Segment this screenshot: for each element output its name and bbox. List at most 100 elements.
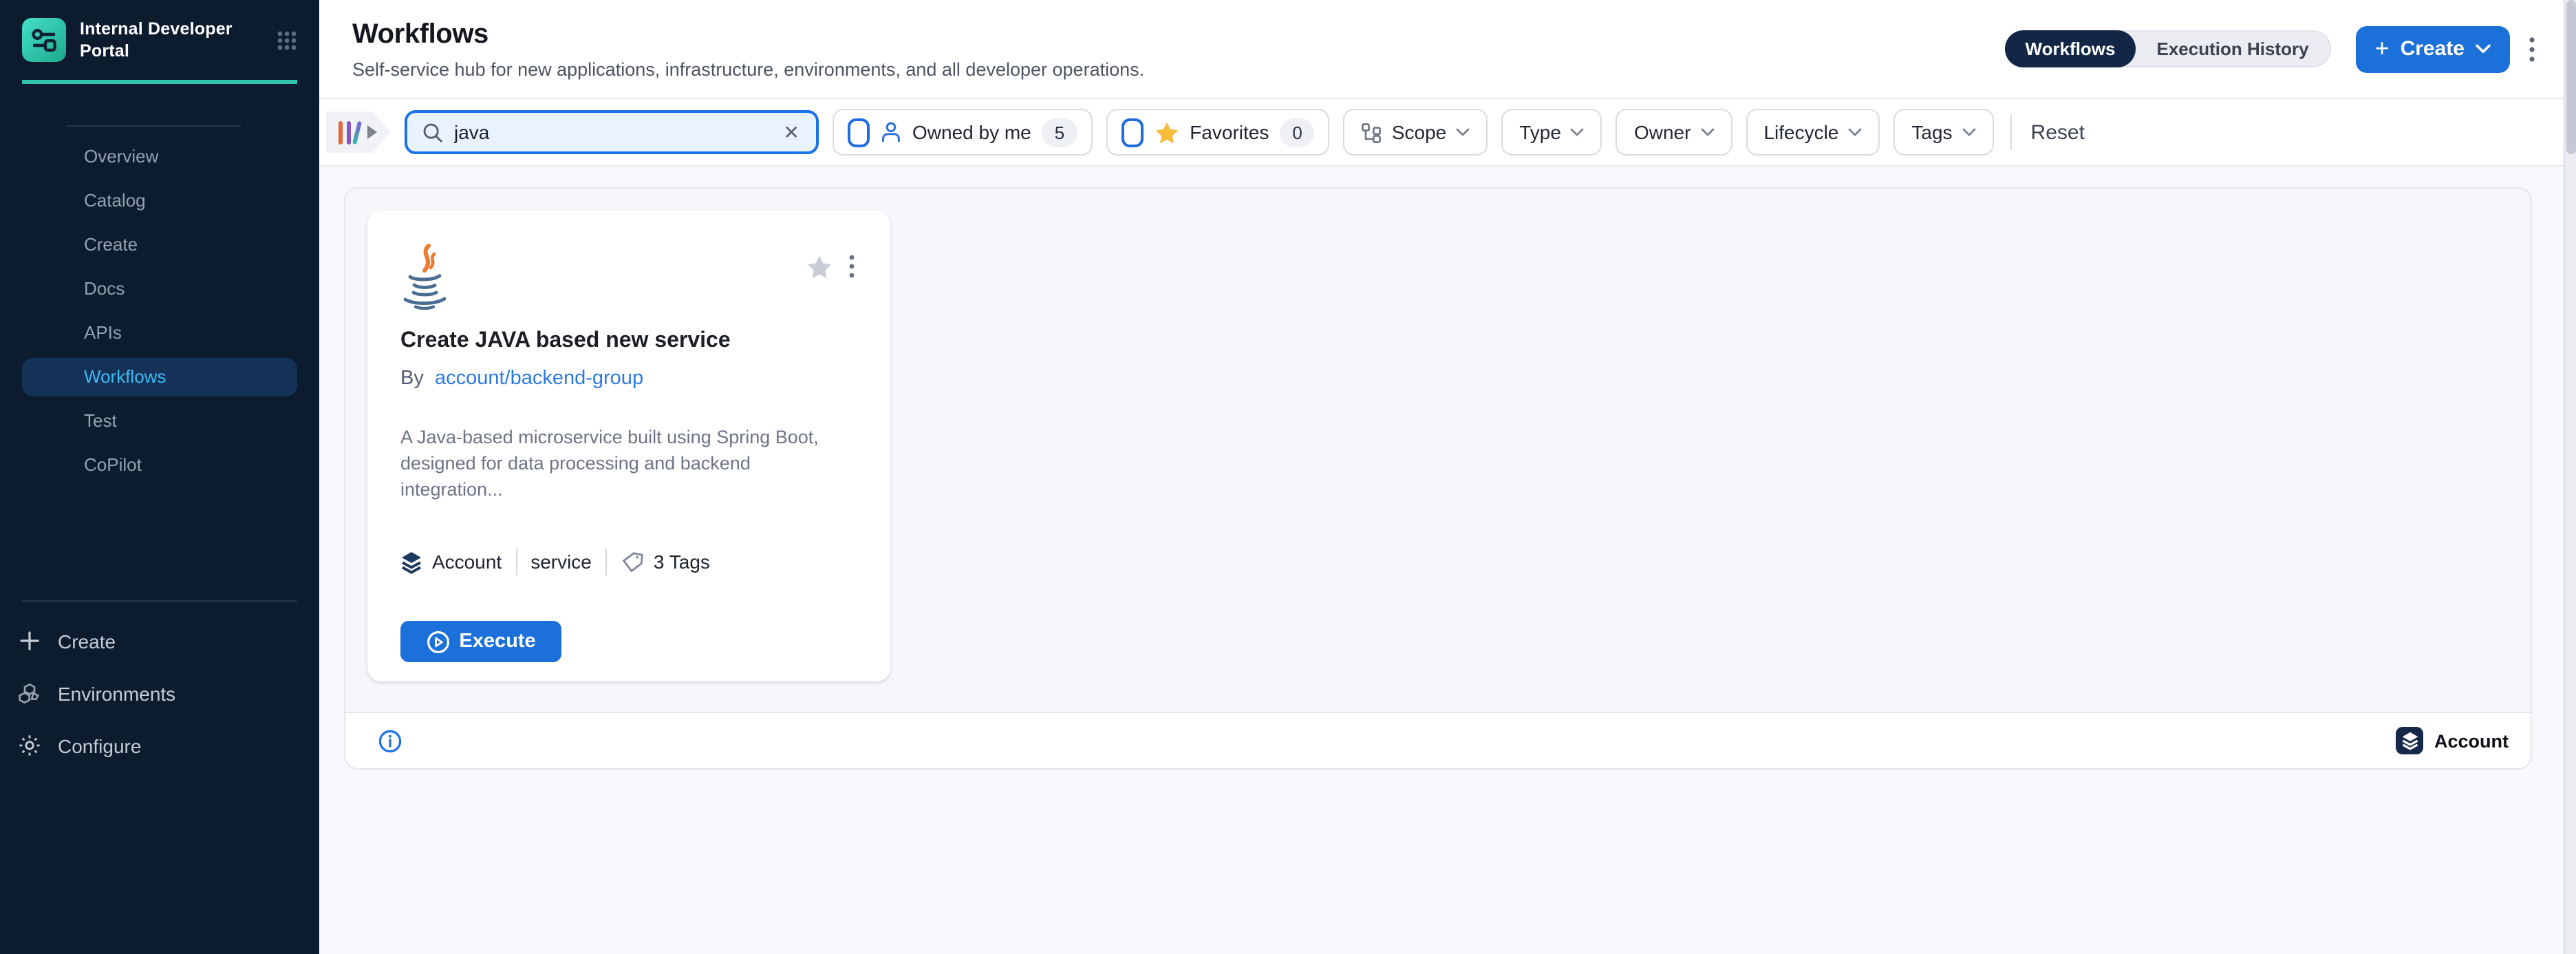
sidebar-item-workflows[interactable]: Workflows: [22, 357, 297, 396]
execute-button[interactable]: Execute: [400, 622, 561, 663]
tab-execution-history[interactable]: Execution History: [2136, 39, 2330, 59]
scope-meta: Account: [400, 551, 502, 574]
sidebar-header: Internal Developer Portal: [0, 0, 319, 75]
owned-by-me-label: Owned by me: [912, 121, 1031, 143]
sidebar-item-create[interactable]: Create: [22, 225, 297, 264]
chevron-down-icon: [1962, 128, 1976, 136]
owned-by-me-filter[interactable]: Owned by me 5: [833, 109, 1092, 156]
sidebar-item-environments[interactable]: Environments: [17, 667, 297, 719]
scope-dropdown-label: Scope: [1392, 121, 1446, 143]
type-dropdown[interactable]: Type: [1501, 109, 1602, 156]
type-dropdown-label: Type: [1519, 121, 1561, 143]
filter-divider: [2010, 114, 2012, 150]
play-circle-icon: [426, 630, 449, 654]
plus-icon: +: [2375, 36, 2390, 61]
apps-grid-icon[interactable]: [277, 30, 297, 51]
workflow-meta: Account service 3 Tags: [400, 549, 857, 576]
tag-icon: [621, 551, 644, 574]
scope-value: Account: [432, 551, 502, 573]
workflow-byline: By account/backend-group: [400, 368, 857, 390]
sidebar-item-configure[interactable]: Configure: [17, 719, 297, 772]
filter-bar: ✕ Owned by me 5 Favorites 0: [319, 99, 2576, 167]
owner-dropdown[interactable]: Owner: [1616, 109, 1732, 156]
content-area: Create JAVA based new service By account…: [319, 167, 2576, 954]
workflows-grid: Create JAVA based new service By account…: [345, 189, 2531, 712]
create-button[interactable]: + Create: [2356, 25, 2510, 72]
hexagons-icon: [17, 682, 41, 704]
sidebar-item-test[interactable]: Test: [22, 401, 297, 440]
owned-by-me-checkbox[interactable]: [848, 118, 870, 147]
sidebar-bottom-label: Create: [58, 630, 116, 652]
main-area: Workflows Self-service hub for new appli…: [319, 0, 2576, 954]
card-kebab-menu-icon[interactable]: [846, 255, 857, 278]
execute-button-label: Execute: [459, 631, 535, 653]
view-toggle: Workflows Execution History: [2005, 30, 2331, 67]
portal-logo-icon: [22, 19, 66, 63]
sidebar-item-copilot[interactable]: CoPilot: [22, 445, 297, 484]
app-root: Internal Developer Portal Overview Catal…: [0, 0, 2576, 954]
star-icon: [1154, 120, 1179, 144]
search-input[interactable]: [454, 121, 771, 143]
sidebar-item-create-bottom[interactable]: Create: [17, 615, 297, 667]
sidebar-item-catalog[interactable]: Catalog: [22, 181, 297, 220]
create-button-label: Create: [2401, 37, 2465, 61]
tags-meta[interactable]: 3 Tags: [621, 551, 710, 574]
layers-icon: [400, 551, 422, 574]
favorites-count: 0: [1280, 118, 1314, 147]
page-subtitle: Self-service hub for new applications, i…: [352, 59, 2005, 79]
search-icon: [422, 122, 443, 142]
search-box: ✕: [405, 110, 819, 154]
tags-dropdown[interactable]: Tags: [1893, 109, 1993, 156]
tags-dropdown-label: Tags: [1911, 121, 1952, 143]
workflow-title: Create JAVA based new service: [400, 329, 857, 354]
sidebar-item-apis[interactable]: APIs: [22, 313, 297, 352]
sidebar: Internal Developer Portal Overview Catal…: [0, 0, 319, 954]
sidebar-bottom-nav: Create Environments: [0, 601, 319, 772]
favorite-star-icon[interactable]: [806, 255, 833, 279]
scope-dropdown[interactable]: Scope: [1344, 109, 1488, 156]
sidebar-item-docs[interactable]: Docs: [22, 269, 297, 308]
favorites-filter[interactable]: Favorites 0: [1106, 109, 1330, 156]
clear-x-icon[interactable]: ✕: [782, 120, 801, 144]
by-prefix: By: [400, 368, 429, 390]
owned-by-me-count: 5: [1042, 118, 1077, 147]
java-logo-icon: [400, 244, 450, 310]
account-badge[interactable]: Account: [2396, 727, 2509, 754]
brand-accent-rule: [22, 79, 297, 83]
favorites-checkbox[interactable]: [1121, 118, 1143, 147]
sidebar-divider: [66, 125, 241, 126]
lifecycle-dropdown[interactable]: Lifecycle: [1746, 109, 1880, 156]
portal-title: Internal Developer Portal: [80, 18, 263, 63]
meta-divider: [605, 549, 607, 576]
page-scrollbar[interactable]: [2564, 0, 2576, 954]
page-header: Workflows Self-service hub for new appli…: [319, 0, 2576, 99]
sidebar-bottom-label: Environments: [58, 682, 175, 704]
info-icon[interactable]: [378, 729, 402, 752]
owner-dropdown-label: Owner: [1634, 121, 1690, 143]
panel-footer: Account: [345, 712, 2531, 768]
page-title: Workflows: [352, 19, 2005, 50]
kebab-menu-icon[interactable]: [2526, 31, 2537, 67]
chevron-down-icon: [2476, 44, 2491, 54]
plus-icon: [17, 630, 41, 651]
layers-icon: [2396, 727, 2423, 754]
hierarchy-icon: [1362, 122, 1382, 142]
workflow-card[interactable]: Create JAVA based new service By account…: [367, 211, 890, 681]
type-value: service: [530, 551, 592, 573]
workflow-description: A Java-based microservice built using Sp…: [400, 424, 838, 503]
tab-workflows[interactable]: Workflows: [2005, 30, 2136, 67]
favorites-label: Favorites: [1190, 121, 1269, 143]
reset-button[interactable]: Reset: [2031, 120, 2085, 144]
filter-panel-toggle-icon[interactable]: [326, 112, 391, 153]
sidebar-item-overview[interactable]: Overview: [22, 137, 297, 176]
page-header-text: Workflows Self-service hub for new appli…: [352, 19, 2005, 79]
lifecycle-dropdown-label: Lifecycle: [1763, 121, 1838, 143]
sidebar-bottom-label: Configure: [58, 734, 141, 756]
chevron-down-icon: [1456, 128, 1470, 136]
workflows-panel: Create JAVA based new service By account…: [344, 187, 2532, 770]
owner-group-link[interactable]: account/backend-group: [435, 368, 643, 390]
tags-count: 3 Tags: [654, 551, 710, 573]
meta-divider: [515, 549, 517, 576]
scrollbar-thumb[interactable]: [2566, 0, 2576, 154]
chevron-down-icon: [1700, 128, 1714, 136]
